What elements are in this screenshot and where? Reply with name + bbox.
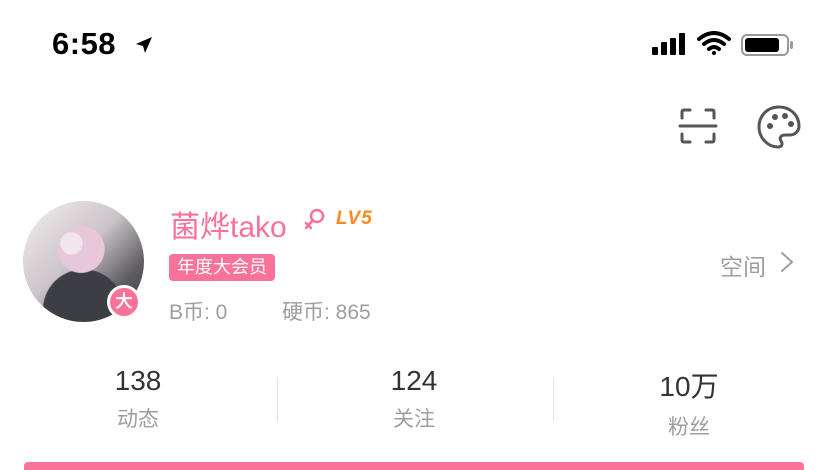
palette-icon[interactable] xyxy=(756,104,802,150)
username[interactable]: 菌烨tako xyxy=(170,202,287,246)
stat-dynamics[interactable]: 138 动态 xyxy=(38,365,238,433)
stat-label: 动态 xyxy=(117,408,159,431)
battery-icon xyxy=(741,34,793,56)
stat-value: 10万 xyxy=(659,371,719,402)
divider xyxy=(277,378,278,420)
stat-label: 粉丝 xyxy=(668,416,710,439)
vip-banner-edge[interactable] xyxy=(24,462,804,470)
hard-coins: 硬币: 865 xyxy=(282,301,371,324)
vip-badge: 大 xyxy=(107,285,141,319)
female-icon xyxy=(304,208,325,230)
stat-value: 138 xyxy=(114,365,162,396)
stat-following[interactable]: 124 关注 xyxy=(314,365,514,433)
chevron-right-icon[interactable] xyxy=(780,251,794,273)
b-coins: B币: 0 xyxy=(169,301,228,324)
stat-value: 124 xyxy=(390,365,438,396)
wifi-icon xyxy=(697,31,731,55)
location-arrow-icon xyxy=(136,37,152,53)
stat-followers[interactable]: 10万 粉丝 xyxy=(589,365,789,441)
divider xyxy=(553,378,554,420)
signal-icon xyxy=(652,33,685,55)
vip-tag[interactable]: 年度大会员 xyxy=(169,254,275,281)
stat-label: 关注 xyxy=(393,408,435,431)
status-time: 6:58 xyxy=(52,26,117,61)
space-link[interactable]: 空间 xyxy=(720,248,766,282)
level-badge: LV5 xyxy=(336,208,373,229)
scan-icon[interactable] xyxy=(678,106,718,146)
